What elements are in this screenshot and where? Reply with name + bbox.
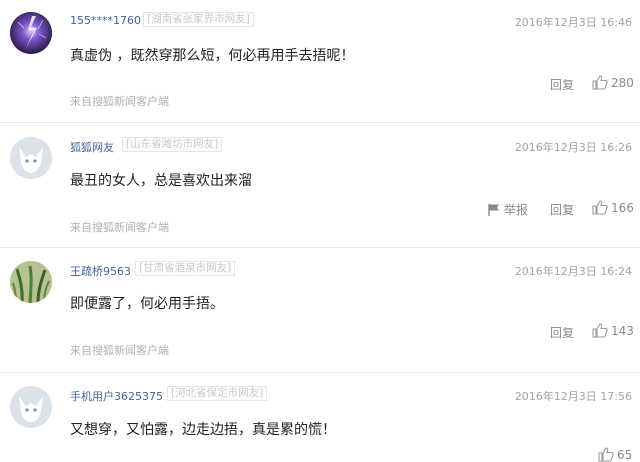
comment-item: 狐狐网友 [山东省潍坊市网友] 2016年12月3日 16:26 最丑的女人，总… bbox=[0, 123, 640, 247]
comment-location: [湖南省张家界市网友] bbox=[143, 12, 254, 27]
report-button[interactable]: 举报 bbox=[487, 201, 528, 218]
comment-text: 最丑的女人，总是喜欢出来溜 bbox=[70, 173, 252, 189]
thumbs-up-icon bbox=[592, 75, 608, 90]
comment-source: 来自搜狐新闻客户端 bbox=[70, 344, 169, 357]
like-button[interactable]: 143 bbox=[592, 323, 634, 338]
comment-username[interactable]: 狐狐网友 bbox=[70, 139, 114, 155]
like-button[interactable]: 166 bbox=[592, 200, 634, 215]
comment-username[interactable]: 155****1760 bbox=[70, 14, 141, 27]
comment-source: 来自搜狐新闻客户端 bbox=[70, 221, 169, 234]
comment-timestamp: 2016年12月3日 17:56 bbox=[514, 390, 632, 403]
comment-location: [河北省保定市网友] bbox=[167, 386, 268, 401]
comment-source: 来自搜狐新闻客户端 bbox=[70, 95, 169, 108]
thumbs-up-icon bbox=[598, 447, 614, 462]
lightning-avatar-icon bbox=[10, 12, 52, 54]
default-user-avatar-icon bbox=[10, 386, 52, 428]
avatar[interactable] bbox=[10, 137, 52, 179]
comment-text: 又想穿，又怕露，边走边捂，真是累的慌！ bbox=[70, 422, 336, 438]
like-count: 65 bbox=[617, 447, 633, 462]
comment-location: [甘肃省酒泉市网友] bbox=[135, 261, 236, 276]
thumbs-up-icon bbox=[592, 323, 608, 338]
thumbs-up-icon bbox=[592, 200, 608, 215]
like-button[interactable]: 65 bbox=[598, 447, 632, 462]
comment-text: 真虚伪 ，既然穿那么短，何必再用手去捂呢！ bbox=[70, 48, 355, 64]
like-button[interactable]: 280 bbox=[592, 75, 634, 90]
plant-avatar-icon bbox=[10, 261, 52, 303]
comment-location: [山东省潍坊市网友] bbox=[122, 137, 223, 152]
reply-button[interactable]: 回复 bbox=[550, 201, 574, 218]
default-user-avatar-icon bbox=[10, 137, 52, 179]
reply-button[interactable]: 回复 bbox=[550, 76, 574, 93]
reply-label: 回复 bbox=[550, 326, 575, 340]
comment-item: 155****1760 [湖南省张家界市网友] 2016年12月3日 16:46… bbox=[0, 0, 640, 122]
avatar[interactable] bbox=[10, 386, 52, 428]
avatar[interactable] bbox=[10, 261, 52, 303]
avatar[interactable] bbox=[10, 12, 52, 54]
report-label: 举报 bbox=[504, 203, 529, 217]
comment-username[interactable]: 王疏桥9563 bbox=[70, 263, 131, 279]
like-count: 280 bbox=[611, 75, 634, 90]
flag-icon bbox=[488, 203, 499, 216]
comment-text: 即便露了，何必用手捂。 bbox=[70, 296, 224, 312]
comment-timestamp: 2016年12月3日 16:26 bbox=[514, 141, 632, 154]
reply-button[interactable]: 回复 bbox=[550, 324, 574, 341]
comment-username[interactable]: 手机用户3625375 bbox=[70, 388, 163, 404]
comment-timestamp: 2016年12月3日 16:46 bbox=[514, 16, 632, 29]
reply-label: 回复 bbox=[550, 78, 575, 92]
comment-item: 手机用户3625375 [河北省保定市网友] 2016年12月3日 17:56 … bbox=[0, 373, 640, 462]
comment-timestamp: 2016年12月3日 16:24 bbox=[514, 265, 632, 278]
like-count: 166 bbox=[611, 200, 634, 215]
comment-item: 王疏桥9563 [甘肃省酒泉市网友] 2016年12月3日 16:24 即便露了… bbox=[0, 248, 640, 372]
like-count: 143 bbox=[611, 323, 634, 338]
reply-label: 回复 bbox=[550, 203, 575, 217]
